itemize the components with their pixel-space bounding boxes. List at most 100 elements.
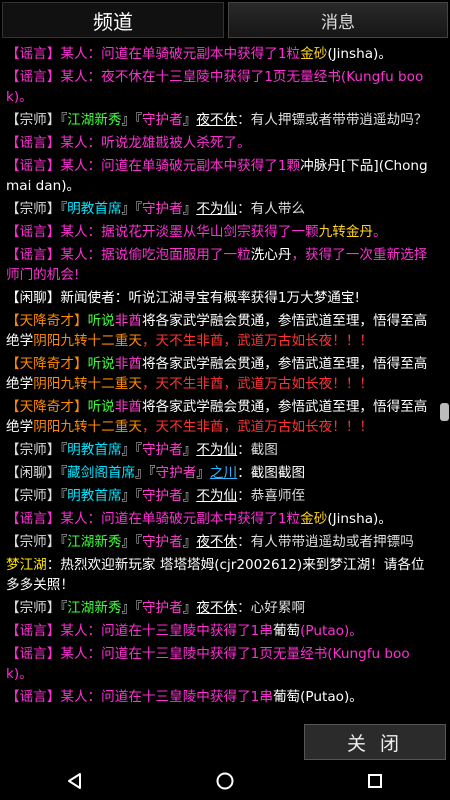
back-icon[interactable] [45,766,105,796]
message-segment: ：截图 [237,442,278,458]
channel-message-feed[interactable]: 【谣言】某人：问道在单骑破元副本中获得了1粒金砂(Jinsha)。 【谣言】某人：… [0,41,440,726]
chat-message: 【谣言】某人：问道在单骑破元副本中获得了1颗冲脉丹[下品](Chongmai d… [6,156,436,196]
message-segment: 』 [182,600,197,616]
chat-message: 【闲聊】『藏剑阁首席』『守护者』之川：截图截图 [6,463,436,483]
chat-message: 【谣言】某人：问道在单骑破元副本中获得了1粒金砂(Jinsha)。 [6,44,436,64]
player-name-link[interactable]: 不为仙 [196,488,237,504]
message-segment: 洗心丹 [250,247,292,263]
message-segment: ，天不生非酋，武道万古如长夜！！！ [141,376,374,392]
message-segment: (Putao)。 [300,623,363,639]
message-segment: ：截图截图 [237,465,306,481]
message-segment: 【谣言】某人：听说龙雄戡被人杀死了。 [6,135,251,151]
tab-channel[interactable]: 频道 [2,2,224,38]
message-segment: 』『 [121,201,142,217]
message-segment: 【天降奇才】 [6,313,88,329]
chat-message: 【谣言】某人：问道在十三皇陵中获得了1串葡萄(Putao)。 [6,621,436,641]
message-segment: 阴阳九转十二重天 [33,333,142,349]
message-segment: ：热烈欢迎新玩家 塔塔塔姆(cjr2002612)来到梦江湖！请各位多多关照！ [6,557,425,593]
message-segment: 藏剑阁首席 [67,465,136,481]
message-segment: 守护者 [141,488,183,504]
message-segment: 』 [196,465,210,481]
system-nav-bar [0,762,450,800]
message-segment: ：心好累啊 [237,600,306,616]
player-name-link[interactable]: 之川 [210,465,237,481]
tab-messages[interactable]: 消息 [228,2,448,38]
message-segment: 明教首席 [67,488,122,504]
chat-message: 【谣言】某人：夜不休在十三皇陵中获得了1页无量经书(Kungfu book)。 [6,67,436,107]
player-name-link[interactable]: 不为仙 [196,201,237,217]
message-segment: (Jinsha)。 [327,46,392,62]
message-segment: 』 [182,488,197,504]
message-segment: 』『 [121,488,142,504]
message-segment: 【宗师】『 [6,488,68,504]
message-segment: 阴阳九转十二重天 [33,376,142,392]
message-segment: ，天不生非酋，武道万古如长夜！！！ [141,419,374,435]
message-segment: ：恭喜师侄 [237,488,306,504]
channel-tabbar: 频道 消息 [0,0,450,40]
message-segment: 【宗师】『 [6,201,68,217]
message-segment: 守护者 [141,534,183,550]
message-segment: 【谣言】某人：问道在十三皇陵中获得了1串 [6,623,273,639]
chat-message: 【天降奇才】听说非酋将各家武学融会贯通，参悟武道至理，悟得至高绝学阴阳九转十二重… [6,397,436,437]
message-segment: 【谣言】某人：问道在单骑破元副本中获得了1颗 [6,158,301,174]
message-segment: 【谣言】某人：夜不休在十三皇陵中获得了1页无量经书(Kungfu book)。 [6,69,424,105]
message-segment: 』『 [121,442,142,458]
message-segment: 』 [182,534,197,550]
message-segment: 【宗师】『 [6,442,68,458]
message-segment: ，天不生非酋，武道万古如长夜！！！ [141,333,374,349]
message-segment: 守护者 [141,112,183,128]
player-name-link[interactable]: 夜不休 [196,112,237,128]
home-icon[interactable] [195,766,255,796]
message-segment: 【谣言】某人：问道在十三皇陵中获得了1页无量经书(Kungfu book)。 [6,646,410,682]
scroll-handle[interactable] [440,403,449,421]
message-segment: (Jinsha)。 [327,511,392,527]
message-segment: 【谣言】某人：据说花开淡墨从华山剑宗获得了一颗 [6,224,319,240]
chat-message: 【闲聊】新闻使者：听说江湖寻宝有概率获得1万大梦通宝! [6,288,436,308]
message-segment: 守护者 [141,442,183,458]
message-segment: 守护者 [141,201,183,217]
message-segment: 九转金丹 [318,224,374,240]
message-segment: 听说 [87,356,115,372]
message-segment: 金砂 [300,511,328,527]
recents-icon[interactable] [345,766,405,796]
chat-message: 【宗师】『明教首席』『守护者』不为仙：恭喜师侄 [6,486,436,506]
message-segment: 葡萄 [272,689,301,705]
close-button[interactable]: 关 闭 [304,724,446,760]
message-segment: 【天降奇才】 [6,399,88,415]
chat-message: 【宗师】『明教首席』『守护者』不为仙：有人带么 [6,199,436,219]
message-segment: 【谣言】某人：问道在单骑破元副本中获得了1粒 [6,511,301,527]
chat-message: 梦江湖：热烈欢迎新玩家 塔塔塔姆(cjr2002612)来到梦江湖！请各位多多关… [6,555,436,595]
message-segment: 非酋 [114,399,142,415]
chat-message: 【谣言】某人：问道在十三皇陵中获得了1页无量经书(Kungfu book)。 [6,644,436,684]
message-segment: 【谣言】某人：据说偷吃泡面服用了一粒 [6,247,251,263]
message-segment: 葡萄 [272,623,301,639]
message-segment: 【宗师】『 [6,600,68,616]
message-segment: ：有人带么 [237,201,306,217]
message-segment: 金砂 [300,46,328,62]
message-segment: 【宗师】『 [6,112,68,128]
message-segment: 听说 [87,399,115,415]
player-name-link[interactable]: 夜不休 [196,600,237,616]
message-segment: 江湖新秀 [67,534,122,550]
message-segment: 【闲聊】『 [6,465,68,481]
message-segment: 阴阳九转十二重天 [33,419,142,435]
player-name-link[interactable]: 夜不休 [196,534,237,550]
chat-message: 【宗师】『明教首席』『守护者』不为仙：截图 [6,440,436,460]
chat-message: 【谣言】某人：据说花开淡墨从华山剑宗获得了一颗九转金丹。 [6,222,436,242]
message-segment: 』『 [121,112,142,128]
message-segment: 守护者 [155,465,197,481]
message-segment: 江湖新秀 [67,600,122,616]
message-segment: (Putao)。 [300,689,363,705]
chat-message: 【谣言】某人：问道在单骑破元副本中获得了1粒金砂(Jinsha)。 [6,509,436,529]
message-segment: ：有人带带逍遥劫或者押镖吗 [237,534,414,550]
message-segment: 守护者 [141,600,183,616]
message-segment: 明教首席 [67,201,122,217]
chat-message: 【宗师】『江湖新秀』『守护者』夜不休：有人押镖或者带带逍遥劫吗？ [6,110,436,130]
player-name-link[interactable]: 不为仙 [196,442,237,458]
chat-message: 【谣言】某人：据说偷吃泡面服用了一粒洗心丹，获得了一次重新选择师门的机会! [6,245,436,285]
message-segment: 。 [373,224,387,240]
message-segment: 梦江湖 [6,557,47,573]
message-segment: 【宗师】『 [6,534,68,550]
message-segment: 【天降奇才】 [6,356,88,372]
message-segment: 【谣言】某人：问道在十三皇陵中获得了1串 [6,689,273,705]
